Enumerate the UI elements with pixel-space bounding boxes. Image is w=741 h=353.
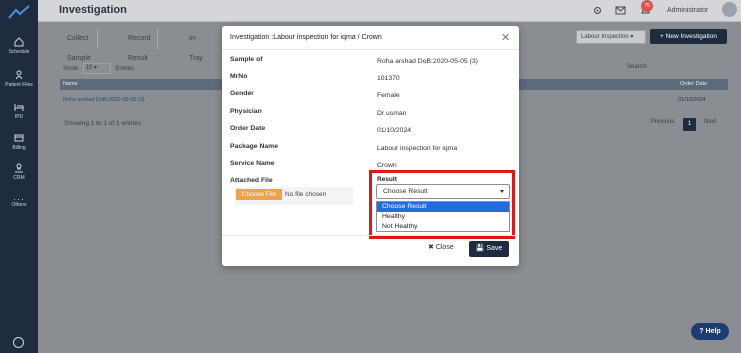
modal-divider: [222, 235, 519, 236]
show-entries: Show 10 ▾ Entries: [63, 63, 134, 74]
help-label: Help: [705, 328, 721, 335]
label-attached-file: Attached File: [230, 177, 273, 184]
sidebar-item-label: Others: [11, 202, 27, 208]
search-label: Search:: [627, 64, 648, 70]
notification-badge: 76: [641, 0, 653, 12]
gear-icon[interactable]: [592, 5, 603, 16]
entries-select[interactable]: 10 ▾: [82, 63, 111, 74]
label-service-name: Service Name: [230, 160, 275, 167]
close-icon[interactable]: ✕: [501, 31, 510, 44]
sidebar-item-crm[interactable]: CRM: [0, 163, 38, 181]
result-label: Result: [377, 176, 397, 183]
save-label: Save: [486, 245, 503, 252]
sidebar-item-others[interactable]: ··· Others: [0, 195, 38, 209]
row-name-link[interactable]: Roha arshad DoB:2020-05-05 (3): [63, 97, 145, 103]
row-order-date: 01/10/2024: [678, 97, 706, 103]
package-filter-value: Labour Inspection: [581, 34, 629, 40]
sidebar-item-label: Billing: [12, 145, 26, 151]
close-button[interactable]: ✖ Close: [428, 243, 454, 251]
result-select-value: Choose Result: [383, 188, 428, 195]
collapse-icon[interactable]: [13, 337, 24, 348]
label-mrno: MrNo: [230, 73, 248, 80]
label-package-name: Package Name: [230, 143, 278, 150]
sidebar-item-ipd[interactable]: IPD: [0, 102, 38, 120]
modal-header: Investigation :Labour inspection for iqm…: [222, 26, 519, 50]
sidebar-item-schedule[interactable]: Schedule: [0, 37, 38, 55]
entries-value: 10: [85, 65, 93, 71]
top-header: Investigation 76 Administrator: [38, 0, 741, 22]
home-icon: [14, 37, 24, 47]
label-sample-of: Sample of: [230, 56, 263, 63]
show-label: Show: [63, 66, 79, 73]
showing-info: Showing 1 to 1 of 1 entries: [64, 120, 141, 127]
sidebar-item-label: Patient Files: [5, 82, 33, 88]
sidebar-item-label: Schedule: [8, 49, 30, 55]
label-gender: Gender: [230, 90, 254, 97]
save-button[interactable]: 💾 Save: [469, 241, 509, 257]
pager-page-1[interactable]: 1: [683, 118, 696, 131]
tab-record-result[interactable]: Record Result: [122, 29, 158, 62]
pager-next[interactable]: Next: [704, 119, 716, 125]
sidebar-item-label: CRM: [13, 175, 25, 181]
caret-down-icon: [500, 190, 504, 193]
value-order-date: 01/10/2024: [377, 127, 412, 134]
column-order-date[interactable]: Order Date: [680, 81, 707, 87]
investigation-modal: Investigation :Labour inspection for iqm…: [222, 26, 519, 266]
new-investigation-button[interactable]: + New Investigation: [650, 29, 727, 44]
tab-collect-sample[interactable]: Collect Sample: [61, 29, 98, 62]
close-label: Close: [435, 244, 454, 251]
value-mrno: 101370: [377, 75, 400, 82]
pager-previous[interactable]: Previous: [651, 119, 674, 125]
sidebar-item-billing[interactable]: Billing: [0, 133, 38, 151]
sidebar: Schedule Patient Files IPD Billing CRM ·…: [0, 0, 38, 353]
file-input[interactable]: Choose File No file chosen: [235, 187, 353, 205]
help-button[interactable]: ? Help: [691, 323, 729, 340]
mail-icon[interactable]: [615, 5, 626, 16]
choose-file-button[interactable]: Choose File: [236, 189, 282, 200]
label-physician: Physician: [230, 108, 262, 115]
value-physician: Dr usman: [377, 110, 407, 117]
avatar[interactable]: [722, 2, 737, 17]
tab-in-tray[interactable]: In-Tray: [183, 29, 209, 62]
value-package-name: Labour inspection for iqma: [377, 145, 458, 152]
label-order-date: Order Date: [230, 125, 266, 132]
person-icon: [15, 70, 23, 80]
option-not-healthy[interactable]: Not Healthy: [377, 222, 509, 232]
file-status: No file chosen: [285, 191, 327, 198]
value-gender: Female: [377, 92, 400, 99]
value-sample-of: Roha arshad DoB:2020-05-05 (3): [377, 58, 478, 65]
option-choose-result[interactable]: Choose Result: [377, 202, 509, 212]
value-service-name: Crown: [377, 162, 397, 169]
package-filter-dropdown[interactable]: Labour Inspection ▾: [576, 30, 646, 44]
option-healthy[interactable]: Healthy: [377, 212, 509, 222]
sidebar-item-label: IPD: [14, 114, 24, 120]
app-logo[interactable]: [8, 4, 30, 20]
bed-icon: [14, 104, 24, 111]
billing-icon: [14, 134, 24, 142]
sidebar-item-patient-files[interactable]: Patient Files: [0, 70, 38, 88]
result-select[interactable]: Choose Result: [376, 184, 510, 199]
entries-label: Entries: [115, 66, 135, 73]
result-dropdown-list: Choose Result Healthy Not Healthy: [376, 201, 510, 232]
user-name[interactable]: Administrator: [667, 7, 708, 14]
crm-icon: [15, 163, 23, 173]
modal-title: Investigation :Labour inspection for iqm…: [230, 34, 382, 41]
page-title: Investigation: [59, 4, 127, 16]
column-name[interactable]: Name: [63, 81, 78, 87]
